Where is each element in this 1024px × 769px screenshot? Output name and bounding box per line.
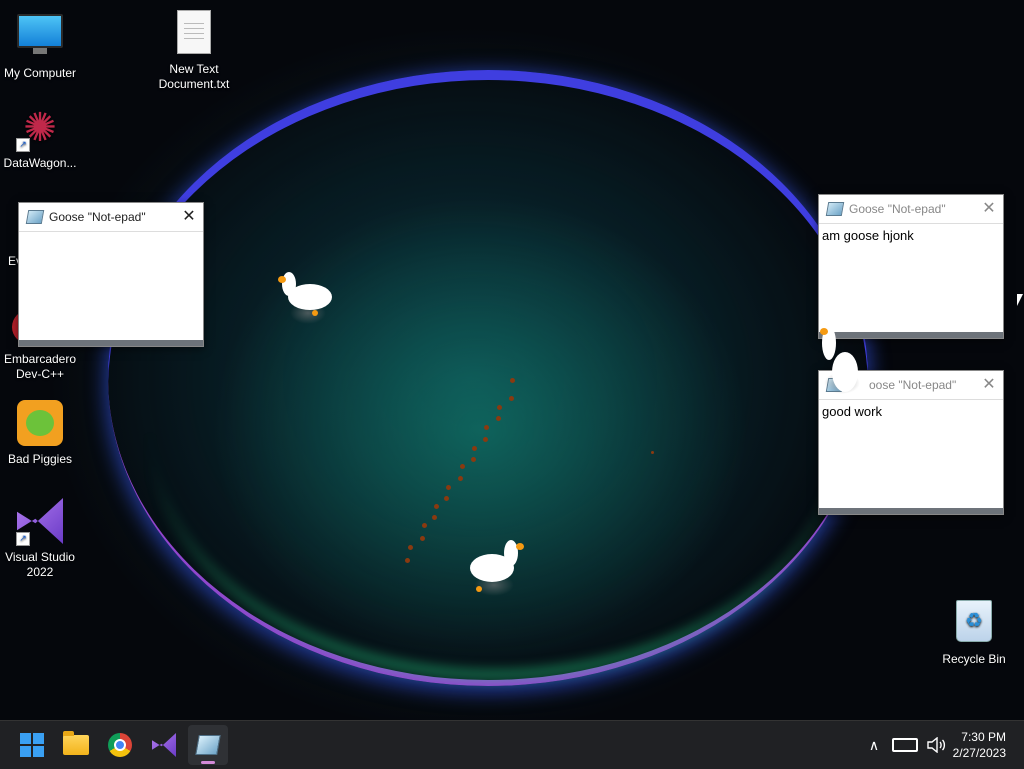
taskbar: ∧ 7:30 PM 2/27/2023 xyxy=(0,720,1024,769)
taskbar-file-explorer[interactable] xyxy=(56,725,96,765)
notepad-text-area[interactable] xyxy=(19,232,203,340)
system-tray: ∧ xyxy=(862,721,946,769)
close-icon[interactable]: ✕ xyxy=(975,371,1003,399)
folder-icon xyxy=(63,731,89,755)
recycle-bin-icon: ♻ xyxy=(950,600,998,648)
desktop-icon-label: Visual Studio 2022 xyxy=(5,550,75,579)
chrome-icon xyxy=(108,733,132,757)
window-titlebar[interactable]: Goose "Not-epad" ✕ xyxy=(819,195,1003,224)
window-title: Goose "Not-epad" xyxy=(849,202,946,216)
close-icon[interactable]: ✕ xyxy=(175,203,203,231)
volume-icon[interactable] xyxy=(926,736,946,754)
desktop-icon-bad-piggies[interactable]: Bad Piggies xyxy=(0,400,80,467)
bad-piggies-icon xyxy=(16,400,64,448)
notepad-text-area[interactable]: good work xyxy=(819,400,1003,508)
goose-notepad-window-2[interactable]: Goose "Not-epad" ✕ am goose hjonk xyxy=(818,194,1004,339)
goose-sprite[interactable] xyxy=(466,536,530,600)
desktop-icon-label: DataWagon... xyxy=(3,156,77,170)
desktop-icon-label: Recycle Bin xyxy=(942,652,1006,666)
desktop-icon-label: My Computer xyxy=(3,66,77,80)
desktop-icon-recycle-bin[interactable]: ♻ Recycle Bin xyxy=(934,596,1014,667)
desktop-icon-label: Embarcadero Dev-C++ xyxy=(3,352,77,381)
network-icon[interactable] xyxy=(892,738,918,752)
desktop-icon-visual-studio[interactable]: ↗ Visual Studio 2022 xyxy=(0,498,80,580)
notepad-icon xyxy=(25,210,45,224)
taskbar-clock[interactable]: 7:30 PM 2/27/2023 xyxy=(953,729,1006,761)
taskbar-chrome[interactable] xyxy=(100,725,140,765)
monitor-icon xyxy=(16,14,64,62)
clock-date: 2/27/2023 xyxy=(952,746,1006,760)
text-document-icon xyxy=(170,10,218,58)
window-status-bar xyxy=(819,508,1003,514)
wallpaper-green-glow xyxy=(150,180,840,680)
desktop-icon-new-text-document[interactable]: New Text Document.txt xyxy=(154,8,234,92)
goose-sprite[interactable] xyxy=(276,268,336,328)
taskbar-goose-notepad[interactable] xyxy=(188,725,228,765)
goose-sprite[interactable] xyxy=(818,322,868,398)
window-titlebar[interactable]: Goose "Not-epad" ✕ xyxy=(19,203,203,232)
datawagon-icon: ✺ ↗ xyxy=(16,104,64,152)
window-status-bar xyxy=(19,340,203,346)
windows-start-icon xyxy=(20,733,44,757)
start-button[interactable] xyxy=(12,725,52,765)
desktop-icon-my-computer[interactable]: My Computer xyxy=(0,8,80,81)
window-title: Goose "Not-epad" xyxy=(49,210,146,224)
show-hidden-icons-chevron-icon[interactable]: ∧ xyxy=(862,737,886,754)
taskbar-visual-studio[interactable] xyxy=(144,725,184,765)
goose-notepad-window-1[interactable]: Goose "Not-epad" ✕ xyxy=(18,202,204,347)
visual-studio-icon: ↗ xyxy=(16,498,64,546)
desktop-icon-label: New Text Document.txt xyxy=(158,62,230,91)
close-icon[interactable]: ✕ xyxy=(975,195,1003,223)
mouse-cursor xyxy=(1017,294,1023,306)
clock-time: 7:30 PM xyxy=(961,730,1006,744)
notepad-icon xyxy=(195,735,221,755)
desktop-icon-devcpp[interactable]: Embarcadero Dev-C++ xyxy=(0,352,80,382)
desktop-icon-datawagon[interactable]: ✺ ↗ DataWagon... xyxy=(0,104,80,171)
desktop-icon-label: Bad Piggies xyxy=(7,452,73,466)
visual-studio-icon xyxy=(152,733,176,757)
notepad-text-area[interactable]: am goose hjonk xyxy=(819,224,1003,332)
notepad-icon xyxy=(825,202,845,216)
